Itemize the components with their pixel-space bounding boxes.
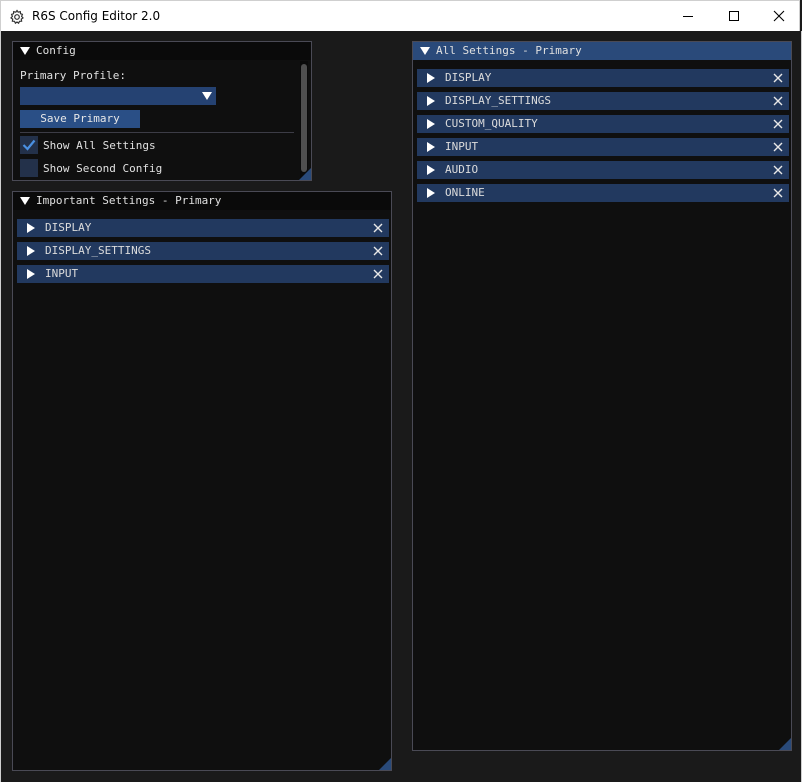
window-titlebar[interactable]: R6S Config Editor 2.0 — [0, 0, 800, 31]
expand-arrow-icon — [427, 165, 435, 175]
settings-row-input[interactable]: INPUT — [17, 265, 389, 283]
app-client-area: Config Primary Profile: 37b357f3-0001-49… — [0, 31, 802, 782]
close-icon[interactable] — [773, 96, 783, 106]
settings-row-custom-quality[interactable]: CUSTOM_QUALITY — [417, 115, 789, 133]
close-icon[interactable] — [373, 269, 383, 279]
collapse-arrow-icon — [20, 47, 30, 55]
row-label: AUDIO — [445, 163, 479, 176]
expand-arrow-icon — [27, 269, 35, 279]
settings-row-online[interactable]: ONLINE — [417, 184, 789, 202]
close-icon[interactable] — [773, 188, 783, 198]
show-second-config-checkbox[interactable] — [20, 159, 38, 177]
close-icon[interactable] — [373, 246, 383, 256]
config-scrollbar[interactable] — [300, 61, 308, 180]
expand-arrow-icon — [427, 73, 435, 83]
settings-row-audio[interactable]: AUDIO — [417, 161, 789, 179]
config-title: Config — [36, 44, 76, 57]
row-label: INPUT — [445, 140, 479, 153]
row-label: DISPLAY — [445, 71, 492, 84]
maximize-icon — [729, 11, 739, 21]
save-primary-button[interactable]: Save Primary — [20, 110, 140, 128]
settings-row-display[interactable]: DISPLAY — [17, 219, 389, 237]
close-icon[interactable] — [773, 142, 783, 152]
expand-arrow-icon — [27, 246, 35, 256]
show-all-settings-checkbox[interactable] — [20, 136, 38, 154]
settings-row-input[interactable]: INPUT — [417, 138, 789, 156]
separator — [20, 132, 294, 133]
resize-grip[interactable] — [299, 168, 311, 180]
settings-row-display-settings[interactable]: DISPLAY_SETTINGS — [417, 92, 789, 110]
collapse-arrow-icon — [420, 47, 430, 55]
resize-grip[interactable] — [379, 758, 391, 770]
collapse-arrow-icon — [20, 197, 30, 205]
important-settings-header[interactable]: Important Settings - Primary — [13, 192, 391, 210]
row-label: CUSTOM_QUALITY — [445, 117, 538, 130]
close-icon — [773, 10, 785, 22]
minimize-button[interactable] — [665, 1, 711, 31]
primary-profile-combo[interactable]: 37b357f3-0001-4921-93d8-f — [20, 87, 216, 105]
expand-arrow-icon — [427, 119, 435, 129]
expand-arrow-icon — [427, 188, 435, 198]
gear-icon — [9, 9, 25, 25]
settings-row-display[interactable]: DISPLAY — [417, 69, 789, 87]
important-settings-window: Important Settings - Primary DISPLAY DIS… — [12, 191, 392, 771]
row-label: INPUT — [45, 267, 79, 280]
row-label: DISPLAY — [45, 221, 92, 234]
resize-grip[interactable] — [779, 738, 791, 750]
primary-profile-label: Primary Profile: — [20, 69, 126, 82]
dropdown-arrow-icon — [202, 92, 212, 100]
window-title: R6S Config Editor 2.0 — [32, 9, 161, 23]
important-settings-title: Important Settings - Primary — [36, 194, 222, 207]
all-settings-title: All Settings - Primary — [436, 44, 582, 57]
expand-arrow-icon — [427, 96, 435, 106]
close-icon[interactable] — [773, 165, 783, 175]
all-settings-window: All Settings - Primary DISPLAY DISPLAY_S… — [412, 41, 792, 751]
all-settings-header[interactable]: All Settings - Primary — [413, 42, 791, 60]
show-all-settings-label: Show All Settings — [43, 139, 156, 152]
close-icon[interactable] — [373, 223, 383, 233]
row-label: ONLINE — [445, 186, 485, 199]
config-header[interactable]: Config — [13, 42, 311, 60]
scrollbar-thumb[interactable] — [301, 64, 307, 172]
show-second-config-label: Show Second Config — [43, 162, 163, 175]
row-label: DISPLAY_SETTINGS — [445, 94, 551, 107]
row-label: DISPLAY_SETTINGS — [45, 244, 151, 257]
expand-arrow-icon — [427, 142, 435, 152]
close-window-button[interactable] — [756, 1, 802, 31]
expand-arrow-icon — [27, 223, 35, 233]
maximize-button[interactable] — [711, 1, 757, 31]
close-icon[interactable] — [773, 119, 783, 129]
config-window: Config Primary Profile: 37b357f3-0001-49… — [12, 41, 312, 181]
checkmark-icon — [22, 139, 36, 151]
close-icon[interactable] — [773, 73, 783, 83]
settings-row-display-settings[interactable]: DISPLAY_SETTINGS — [17, 242, 389, 260]
minimize-icon — [683, 16, 693, 17]
